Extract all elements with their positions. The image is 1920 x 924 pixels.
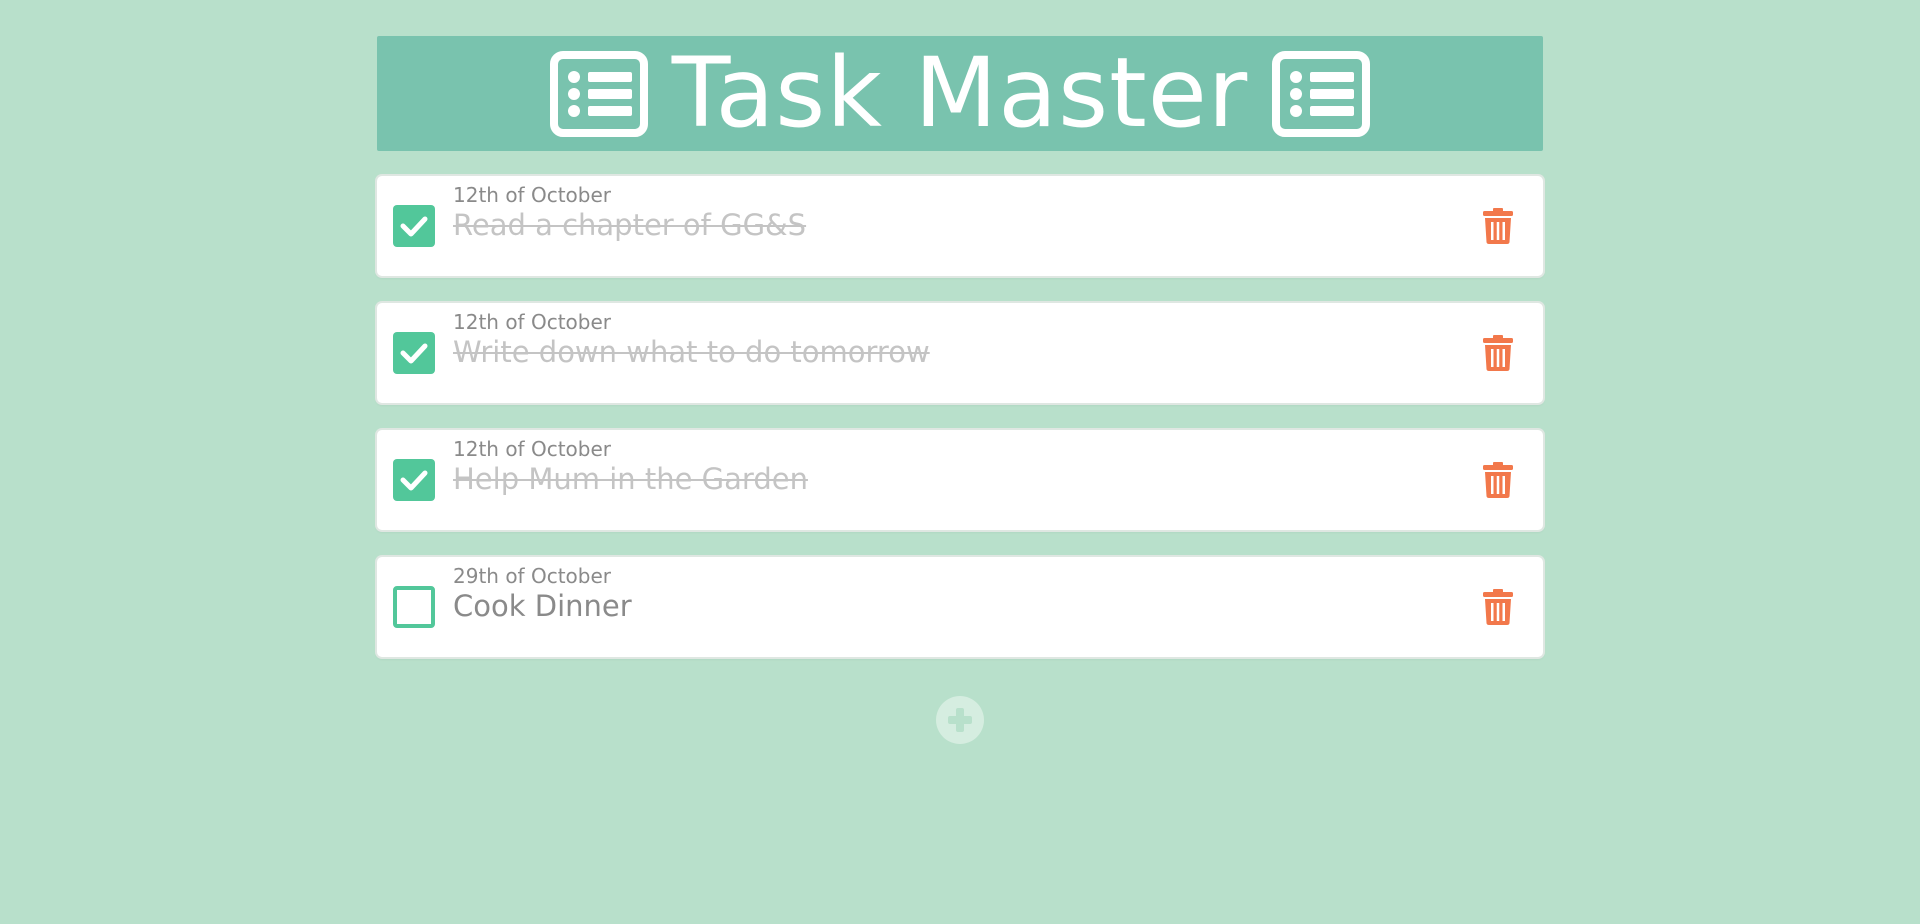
plus-icon	[948, 708, 972, 732]
task-item: 12th of October Help Mum in the Garden	[377, 430, 1543, 530]
app-header: Task Master	[377, 36, 1543, 151]
app-title: Task Master	[671, 36, 1249, 149]
delete-button[interactable]	[1483, 335, 1513, 371]
list-alt-icon	[1272, 50, 1371, 137]
task-text: Read a chapter of GG&S	[453, 208, 807, 242]
task-checkbox[interactable]	[393, 459, 435, 501]
task-text: Cook Dinner	[453, 589, 632, 623]
task-checkbox[interactable]	[393, 586, 435, 628]
add-task-button[interactable]	[936, 696, 984, 744]
trash-icon	[1483, 462, 1513, 498]
task-date: 12th of October	[453, 183, 611, 207]
delete-button[interactable]	[1483, 589, 1513, 625]
task-checkbox[interactable]	[393, 332, 435, 374]
list-alt-icon	[549, 50, 648, 137]
delete-button[interactable]	[1483, 208, 1513, 244]
check-icon	[400, 216, 428, 237]
delete-button[interactable]	[1483, 462, 1513, 498]
trash-icon	[1483, 208, 1513, 244]
task-date: 12th of October	[453, 437, 611, 461]
task-item: 12th of October Read a chapter of GG&S	[377, 176, 1543, 276]
check-icon	[400, 470, 428, 491]
check-icon	[400, 343, 428, 364]
task-date: 29th of October	[453, 564, 611, 588]
task-text: Write down what to do tomorrow	[453, 335, 930, 369]
task-text: Help Mum in the Garden	[453, 462, 808, 496]
task-checkbox[interactable]	[393, 205, 435, 247]
task-item: 29th of October Cook Dinner	[377, 557, 1543, 657]
task-date: 12th of October	[453, 310, 611, 334]
task-item: 12th of October Write down what to do to…	[377, 303, 1543, 403]
trash-icon	[1483, 589, 1513, 625]
trash-icon	[1483, 335, 1513, 371]
